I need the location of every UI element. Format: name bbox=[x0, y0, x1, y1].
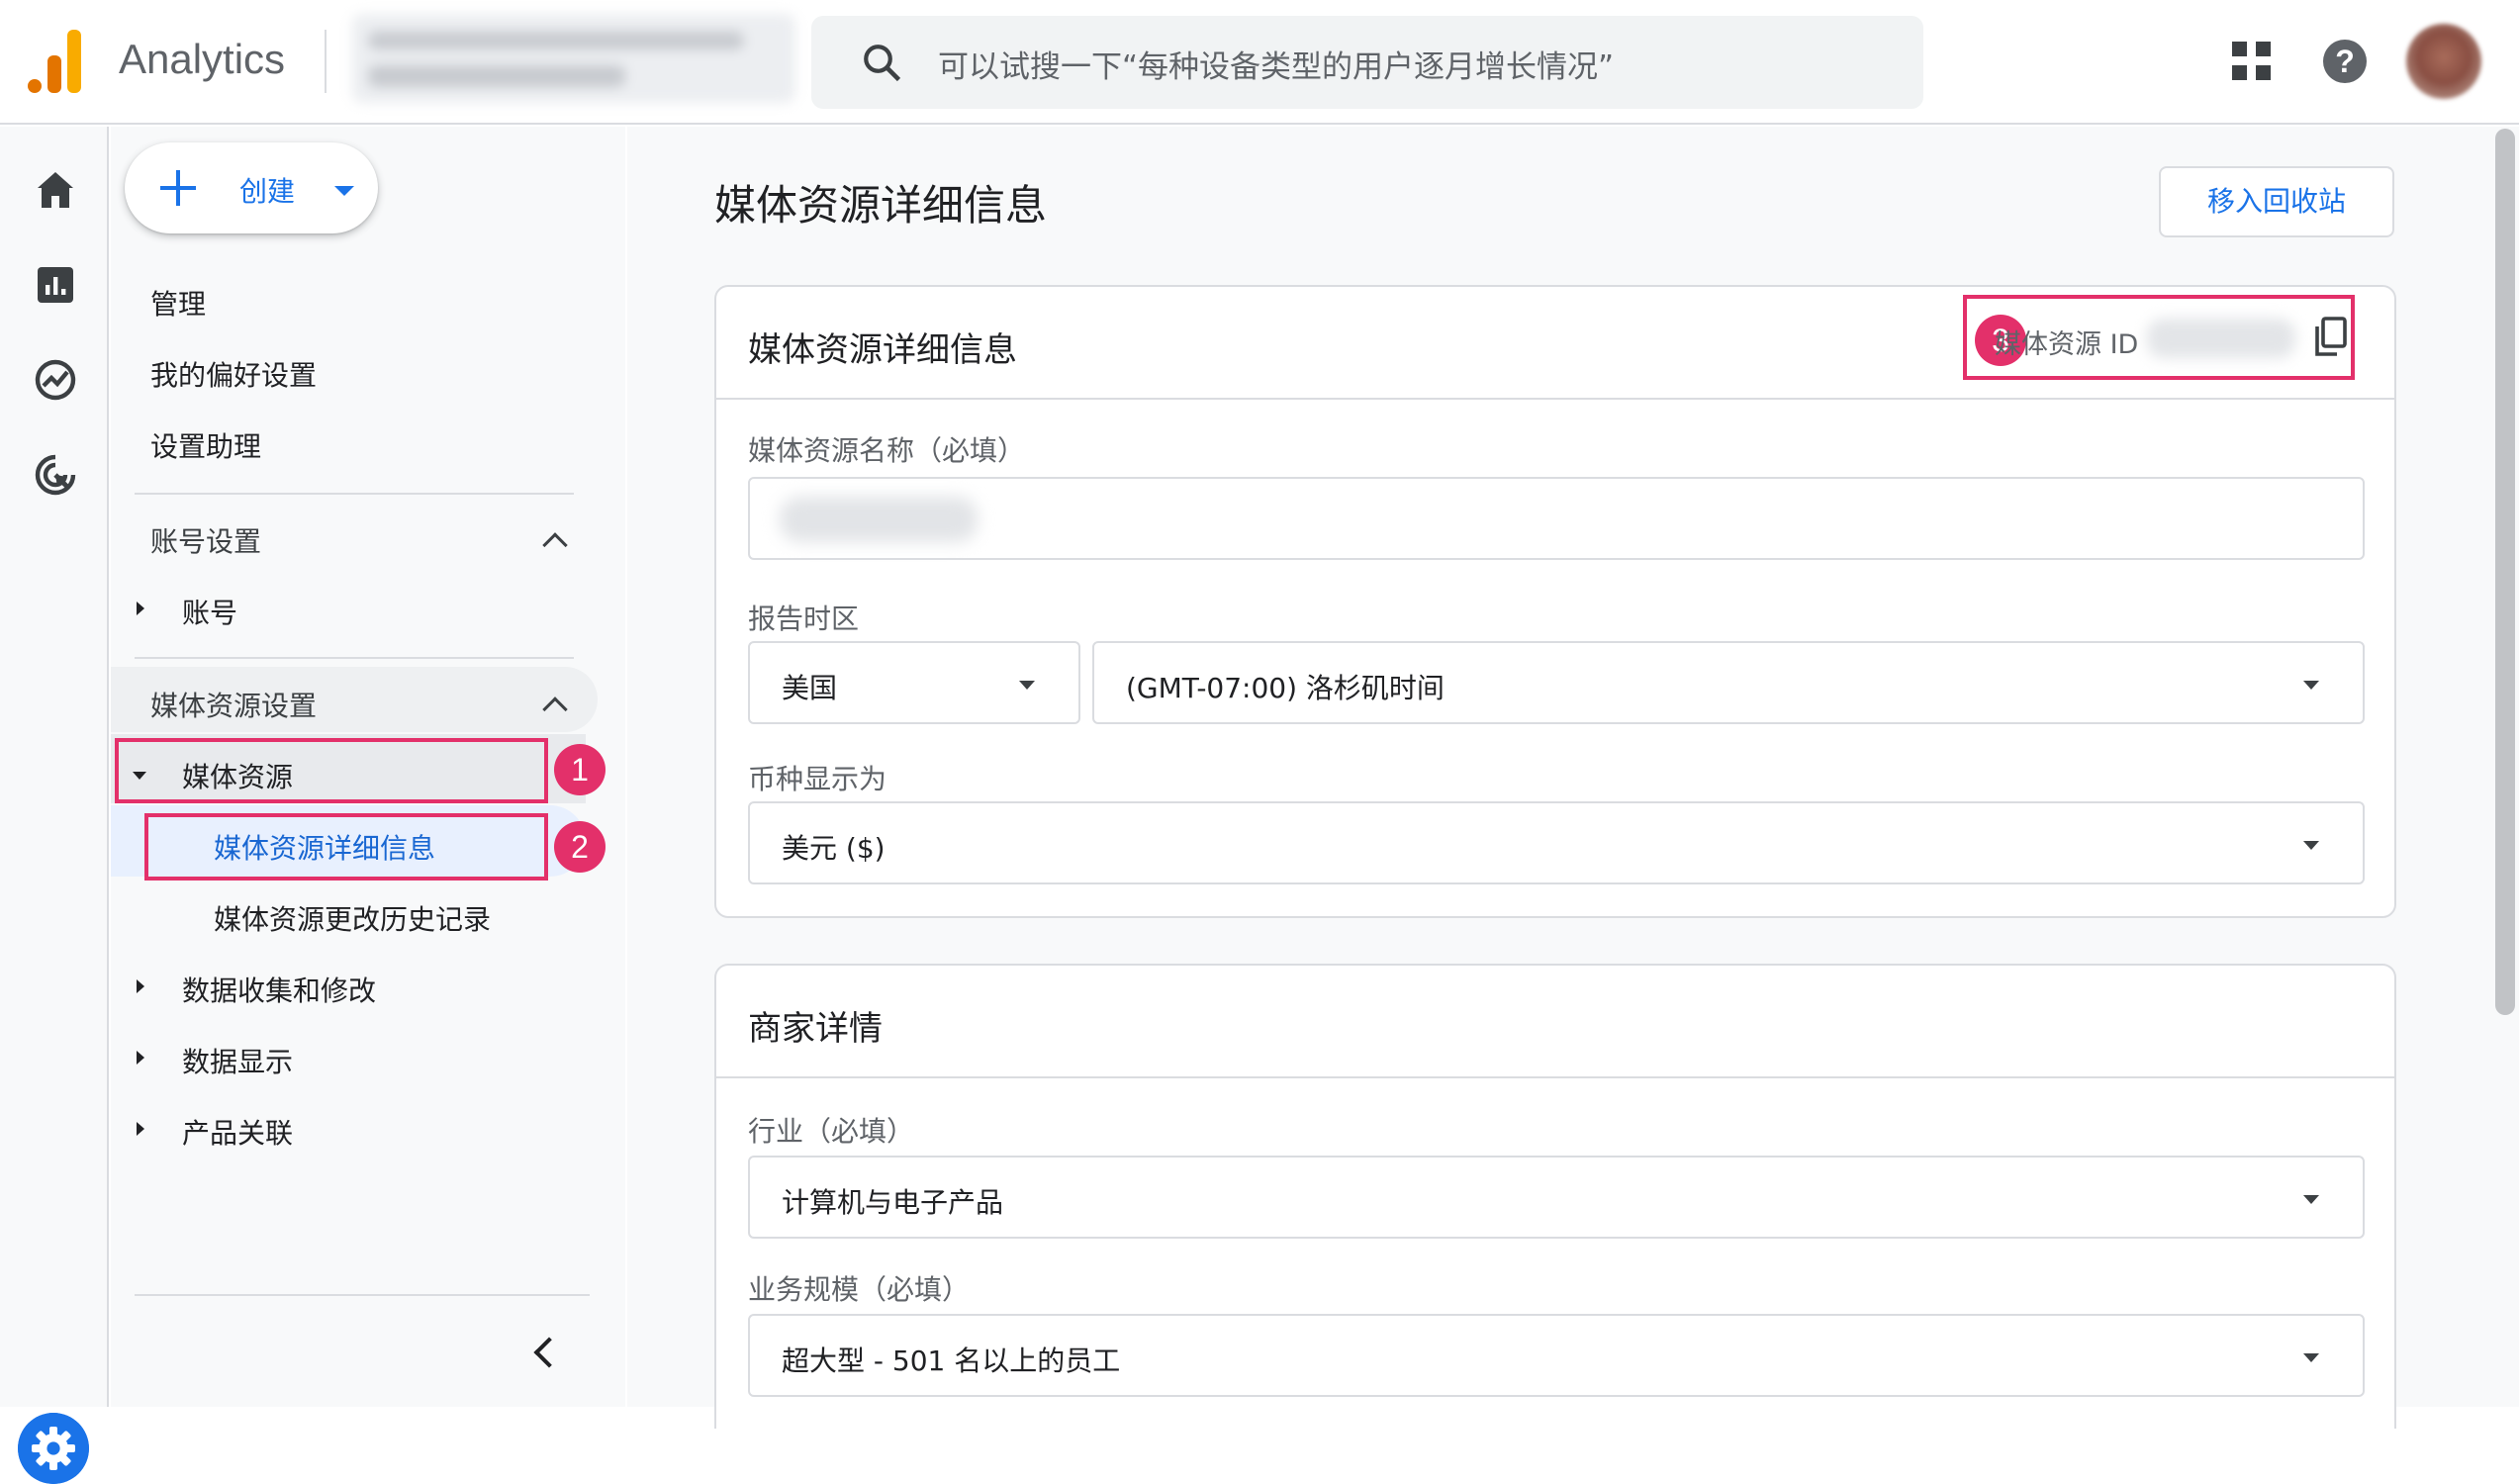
business-size-label: 业务规模（必填） bbox=[748, 1273, 971, 1306]
plus-icon bbox=[160, 170, 196, 206]
property-id: 媒体资源 ID bbox=[1963, 295, 2355, 380]
property-name-input[interactable] bbox=[748, 477, 2365, 560]
country-value: 美国 bbox=[782, 672, 838, 704]
highlight-box-property bbox=[115, 738, 548, 803]
avatar[interactable] bbox=[2406, 24, 2481, 99]
timezone-select[interactable]: (GMT-07:00) 洛杉矶时间 bbox=[1092, 641, 2365, 724]
business-details-card: 商家详情 行业（必填） 计算机与电子产品 业务规模（必填） 超大型 - 501 … bbox=[714, 964, 2396, 1429]
property-id-label: 媒体资源 ID bbox=[1995, 329, 2139, 360]
admin-nav-panel: 创建 管理 我的偏好设置 设置助理 账号设置 账号 媒体资源设置 媒体资源 媒体… bbox=[111, 127, 625, 1407]
currency-select[interactable]: 美元 ($) bbox=[748, 801, 2365, 884]
header-divider bbox=[325, 30, 327, 93]
home-icon[interactable] bbox=[32, 166, 79, 214]
business-size-select[interactable]: 超大型 - 501 名以上的员工 bbox=[748, 1314, 2365, 1397]
nav-item-data-display[interactable]: 数据显示 bbox=[182, 1041, 293, 1080]
timezone-value: (GMT-07:00) 洛杉矶时间 bbox=[1126, 672, 1445, 704]
nav-divider bbox=[135, 657, 574, 659]
reports-icon[interactable] bbox=[32, 261, 79, 309]
card-divider bbox=[716, 398, 2394, 400]
timezone-label: 报告时区 bbox=[748, 603, 860, 635]
settings-gear-icon[interactable] bbox=[18, 1413, 89, 1484]
step-badge-2: 2 bbox=[554, 821, 606, 873]
expand-arrow-icon[interactable] bbox=[137, 602, 144, 615]
scrollbar[interactable] bbox=[2495, 129, 2515, 1015]
page-title: 媒体资源详细信息 bbox=[714, 181, 1048, 230]
app-name: Analytics bbox=[119, 36, 286, 82]
dropdown-caret-icon bbox=[2303, 681, 2319, 690]
account-selector[interactable] bbox=[352, 14, 795, 103]
nav-item-product-links[interactable]: 产品关联 bbox=[182, 1112, 293, 1152]
industry-select[interactable]: 计算机与电子产品 bbox=[748, 1156, 2365, 1239]
nav-item-admin[interactable]: 管理 bbox=[150, 283, 206, 323]
property-name-label: 媒体资源名称（必填） bbox=[748, 434, 1026, 467]
nav-section-property[interactable]: 媒体资源设置 bbox=[150, 685, 317, 724]
card-divider bbox=[716, 1076, 2394, 1078]
property-id-value bbox=[2147, 319, 2295, 358]
nav-divider bbox=[135, 493, 574, 495]
property-name-value bbox=[780, 497, 978, 542]
create-button-label: 创建 bbox=[239, 175, 296, 208]
step-badge-1: 1 bbox=[554, 744, 606, 795]
expand-arrow-icon[interactable] bbox=[137, 1122, 144, 1136]
advertising-icon[interactable] bbox=[32, 451, 79, 499]
search-placeholder: 可以试搜一下“每种设备类型的用户逐月增长情况” bbox=[938, 49, 1615, 85]
create-button[interactable]: 创建 bbox=[125, 142, 378, 233]
nav-item-data-collection[interactable]: 数据收集和修改 bbox=[182, 970, 376, 1009]
currency-label: 币种显示为 bbox=[748, 763, 887, 795]
nav-divider bbox=[135, 1294, 590, 1296]
dropdown-caret-icon bbox=[2303, 841, 2319, 850]
highlight-box-property-details bbox=[144, 813, 548, 881]
chevron-up-icon[interactable] bbox=[542, 532, 568, 558]
dropdown-caret-icon bbox=[1019, 681, 1035, 690]
currency-value: 美元 ($) bbox=[782, 832, 886, 865]
property-details-card: 媒体资源详细信息 3 媒体资源 ID 媒体资源名称（必填） 报告时区 美国 (G… bbox=[714, 285, 2396, 918]
caret-down-icon bbox=[334, 186, 354, 196]
expand-arrow-icon[interactable] bbox=[137, 979, 144, 993]
nav-item-setup-assistant[interactable]: 设置助理 bbox=[150, 425, 261, 465]
move-to-trash-button[interactable]: 移入回收站 bbox=[2159, 166, 2394, 237]
nav-item-preferences[interactable]: 我的偏好设置 bbox=[150, 354, 317, 394]
country-select[interactable]: 美国 bbox=[748, 641, 1080, 724]
apps-icon[interactable] bbox=[2232, 42, 2272, 81]
nav-section-account[interactable]: 账号设置 bbox=[150, 520, 261, 560]
card-title: 媒体资源详细信息 bbox=[748, 330, 1017, 370]
nav-item-property-change-history[interactable]: 媒体资源更改历史记录 bbox=[214, 898, 491, 938]
explore-icon[interactable] bbox=[32, 356, 79, 404]
analytics-logo-icon[interactable] bbox=[28, 30, 83, 93]
dropdown-caret-icon bbox=[2303, 1353, 2319, 1362]
help-icon[interactable]: ? bbox=[2323, 40, 2367, 83]
collapse-chevron-icon[interactable] bbox=[533, 1337, 565, 1368]
left-rail bbox=[0, 127, 109, 1484]
copy-icon[interactable] bbox=[2313, 317, 2347, 356]
search-icon bbox=[864, 45, 901, 82]
card-title: 商家详情 bbox=[748, 1009, 883, 1049]
nav-item-account[interactable]: 账号 bbox=[182, 592, 237, 631]
industry-value: 计算机与电子产品 bbox=[782, 1186, 1004, 1219]
search-bar[interactable]: 可以试搜一下“每种设备类型的用户逐月增长情况” bbox=[811, 16, 1923, 109]
expand-arrow-icon[interactable] bbox=[137, 1051, 144, 1065]
top-bar: Analytics 可以试搜一下“每种设备类型的用户逐月增长情况” ? bbox=[0, 0, 2519, 125]
main-content: 媒体资源详细信息 移入回收站 媒体资源详细信息 3 媒体资源 ID 媒体资源名称… bbox=[627, 127, 2519, 1429]
business-size-value: 超大型 - 501 名以上的员工 bbox=[782, 1345, 1121, 1377]
industry-label: 行业（必填） bbox=[748, 1115, 915, 1148]
dropdown-caret-icon bbox=[2303, 1195, 2319, 1204]
